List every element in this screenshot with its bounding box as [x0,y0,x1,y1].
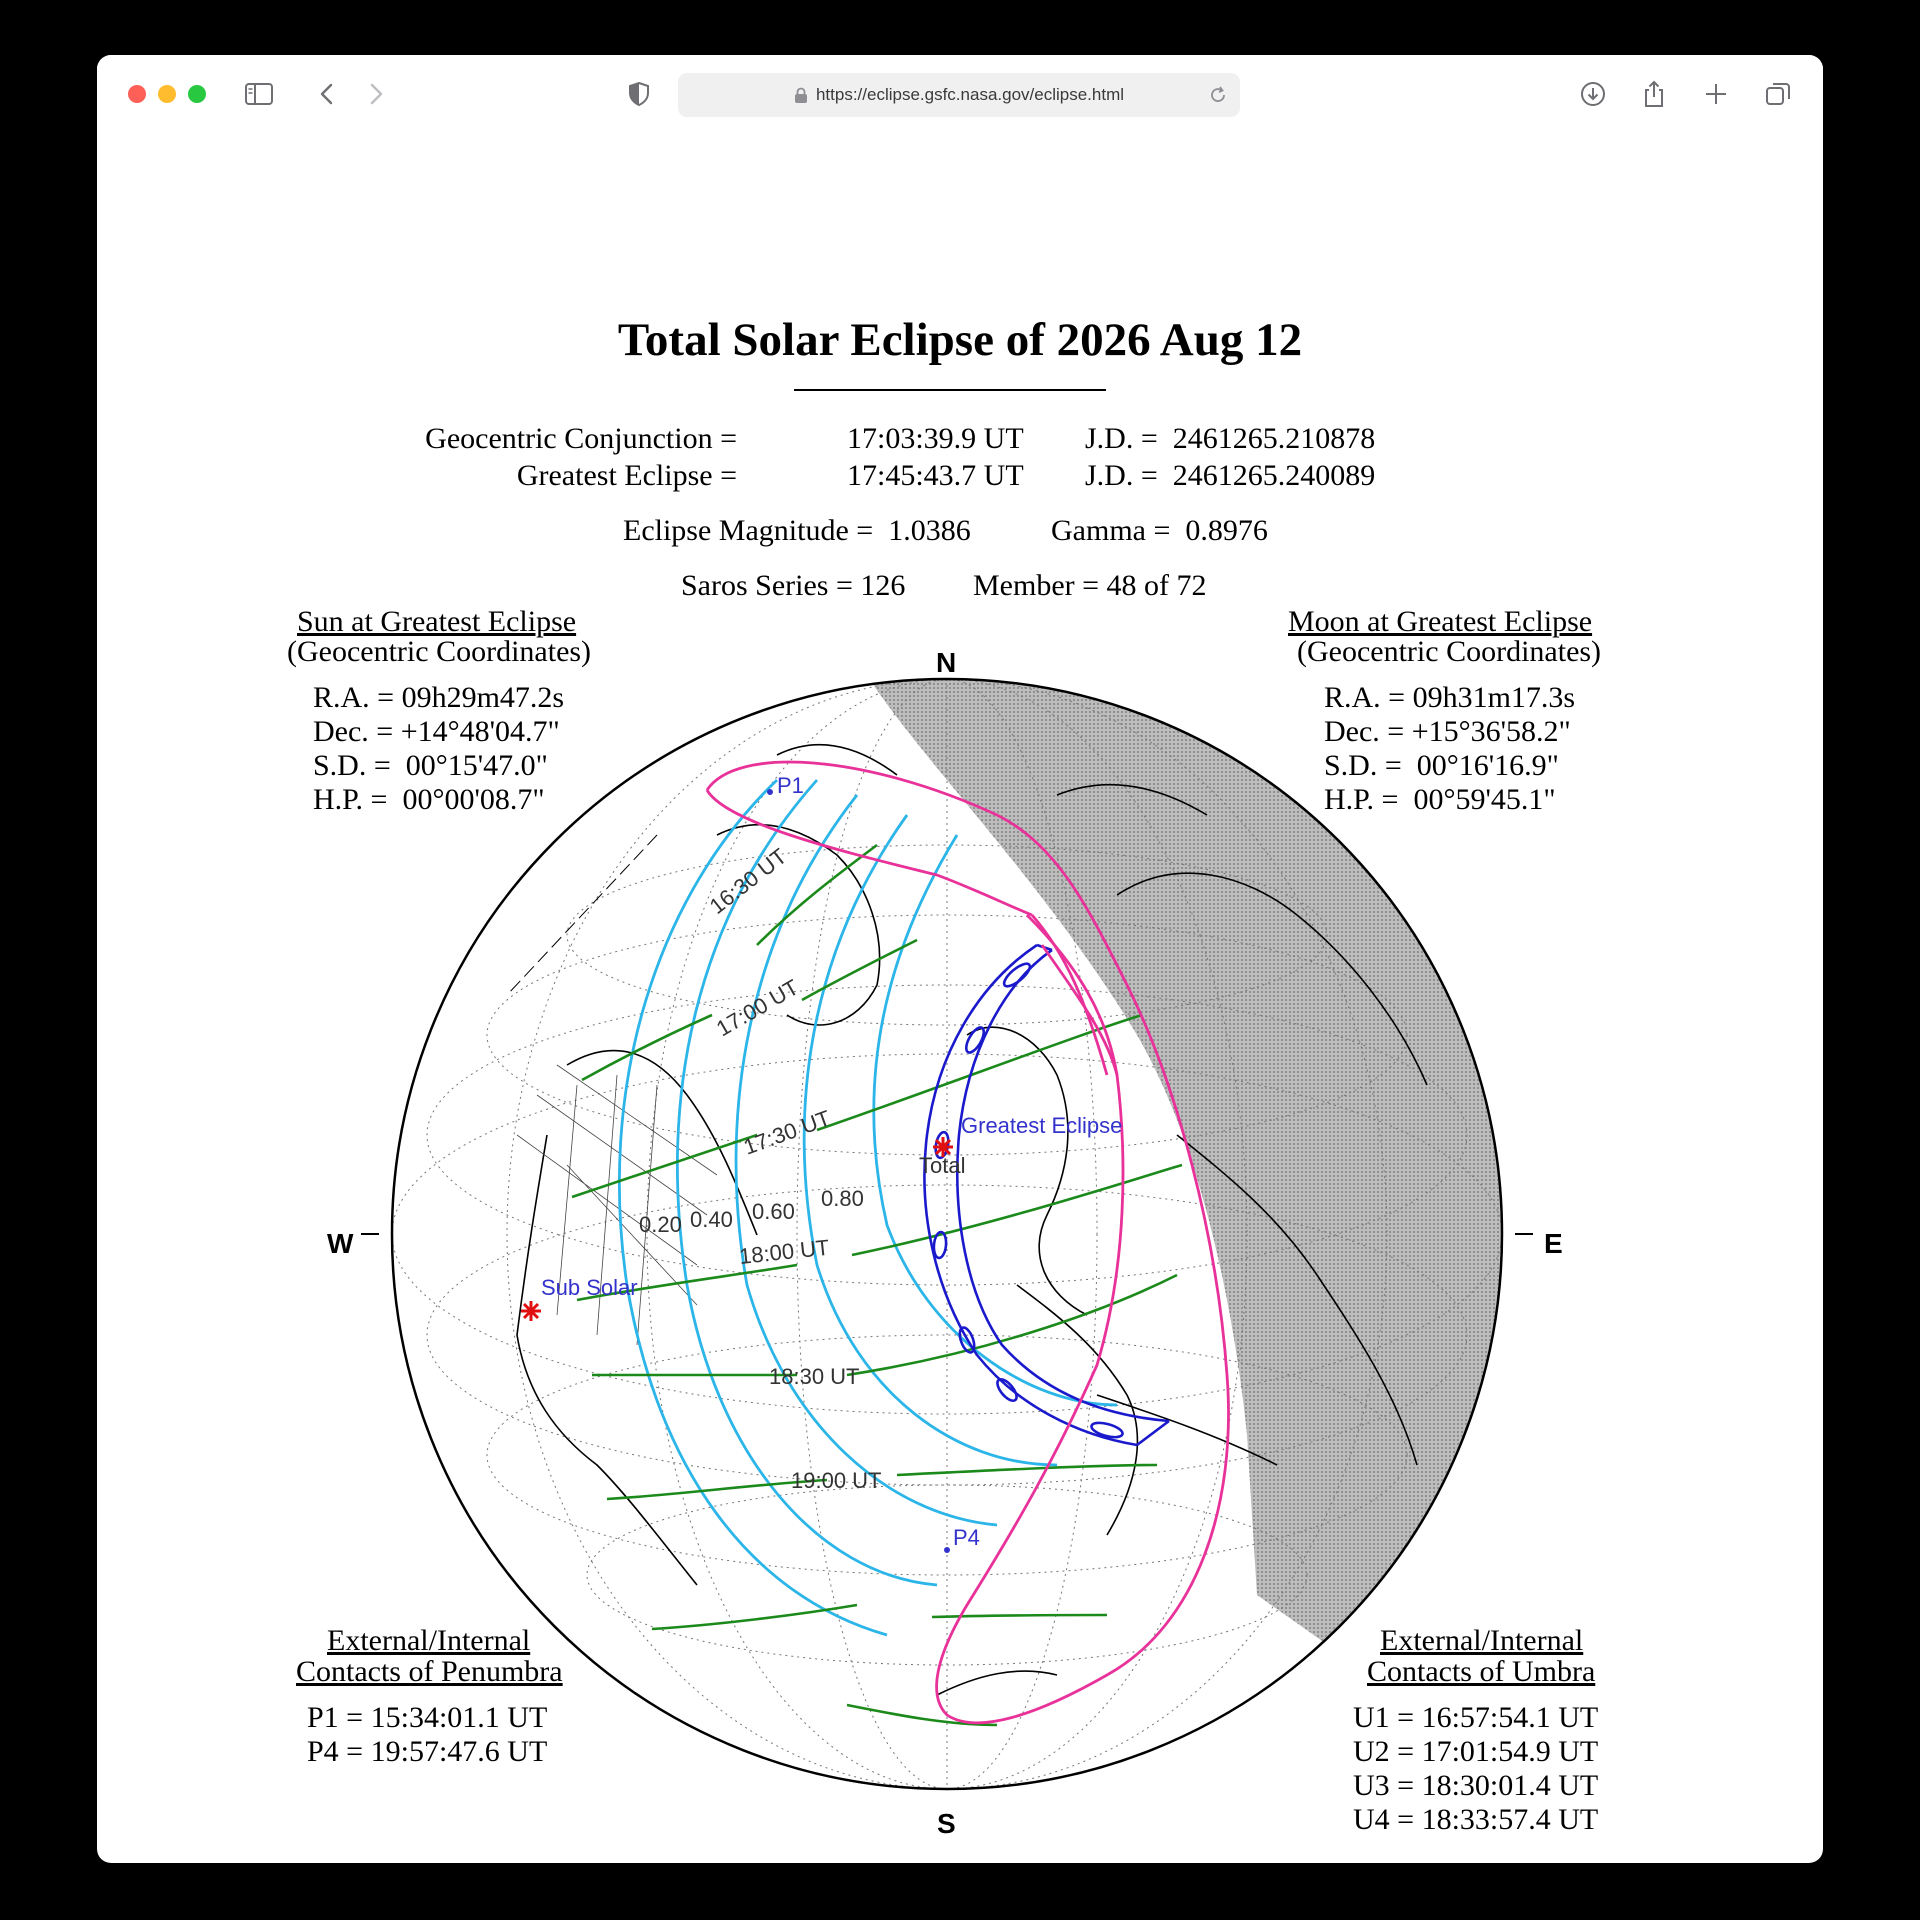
greatest-eclipse-label: Greatest Eclipse [961,1113,1122,1138]
p1-label: P1 [777,773,804,798]
reload-icon[interactable] [1206,83,1230,107]
forward-chevron-icon[interactable] [357,75,395,113]
magnitude-label-040: 0.40 [690,1207,733,1232]
zoom-window-button[interactable] [188,85,206,103]
lock-icon [794,87,807,103]
share-icon[interactable] [1635,75,1673,113]
eclipse-globe-map: P1 P4 Greatest Eclipse Total Sub Solar 1… [361,677,1533,1791]
tab-overview-icon[interactable] [1759,75,1797,113]
magnitude-label-060: 0.60 [752,1199,795,1224]
page-content: Total Solar Eclipse of 2026 Aug 12 Geoce… [97,135,1823,1863]
magnitude-label-020: 0.20 [639,1212,682,1237]
sidebar-toggle-icon[interactable] [240,75,278,113]
url-text: https://eclipse.gsfc.nasa.gov/eclipse.ht… [815,85,1125,104]
magnitude-label-080: 0.80 [821,1186,864,1211]
p1-marker [767,789,773,795]
p4-label: P4 [953,1525,980,1550]
privacy-shield-icon[interactable] [620,75,658,113]
sub-solar-star [521,1301,541,1321]
address-bar[interactable]: https://eclipse.gsfc.nasa.gov/eclipse.ht… [678,73,1240,117]
downloads-icon[interactable] [1574,75,1612,113]
minimize-window-button[interactable] [158,85,176,103]
browser-toolbar: https://eclipse.gsfc.nasa.gov/eclipse.ht… [97,55,1823,135]
total-label: Total [919,1153,965,1178]
back-chevron-icon[interactable] [308,75,346,113]
close-window-button[interactable] [128,85,146,103]
sub-solar-label: Sub Solar [541,1275,638,1300]
new-tab-plus-icon[interactable] [1697,75,1735,113]
time-label-1900: 19:00 UT [791,1468,882,1493]
p4-marker [944,1547,950,1553]
time-label-1830: 18:30 UT [769,1364,860,1389]
browser-window: https://eclipse.gsfc.nasa.gov/eclipse.ht… [97,55,1823,1863]
